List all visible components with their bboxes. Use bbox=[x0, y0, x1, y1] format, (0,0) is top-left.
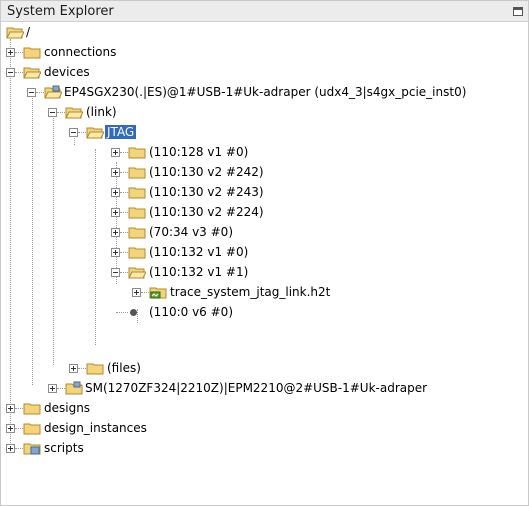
folder-icon bbox=[128, 147, 146, 159]
folder-icon bbox=[128, 207, 146, 219]
collapse-icon[interactable] bbox=[111, 268, 120, 277]
trace-file-icon bbox=[149, 287, 167, 299]
collapse-icon[interactable] bbox=[27, 88, 36, 97]
folder-icon bbox=[128, 227, 146, 239]
tree-label-devices: devices bbox=[44, 65, 90, 79]
tree-label-node: (110:130 v2 #224) bbox=[149, 205, 264, 219]
device-folder-open-icon bbox=[44, 85, 62, 99]
expand-icon[interactable] bbox=[69, 364, 78, 373]
node-bullet-icon bbox=[130, 309, 137, 316]
tree-label-node: (70:34 v3 #0) bbox=[149, 225, 233, 239]
folder-icon bbox=[128, 187, 146, 199]
collapse-icon[interactable] bbox=[48, 108, 57, 117]
expand-icon[interactable] bbox=[132, 288, 141, 297]
folder-icon bbox=[23, 47, 41, 59]
expand-icon[interactable] bbox=[111, 188, 120, 197]
tree-label-node: (110:130 v2 #242) bbox=[149, 165, 264, 179]
tree-label-leaf-node: (110:0 v6 #0) bbox=[149, 305, 233, 319]
folder-open-icon bbox=[6, 27, 24, 39]
tree-label-device2: SM(1270ZF324|2210Z)|EPM2210@2#USB-1#Uk-a… bbox=[85, 381, 428, 395]
tree-label-node: (110:128 v1 #0) bbox=[149, 145, 249, 159]
tree-label-node: (110:130 v2 #243) bbox=[149, 185, 264, 199]
expand-icon[interactable] bbox=[111, 208, 120, 217]
collapse-icon[interactable] bbox=[6, 68, 15, 77]
folder-icon bbox=[86, 363, 104, 375]
tree-label-node: (110:132 v1 #1) bbox=[149, 265, 249, 279]
folder-open-icon bbox=[65, 107, 83, 119]
system-tree: / connections devices EP4SGX230(.|ES)@1#… bbox=[1, 22, 528, 505]
collapse-icon[interactable] bbox=[69, 128, 78, 137]
device-folder-icon bbox=[65, 381, 83, 395]
tree-label-designs: designs bbox=[44, 401, 91, 415]
folder-icon bbox=[128, 247, 146, 259]
folder-icon bbox=[23, 423, 41, 435]
folder-open-icon bbox=[128, 267, 146, 279]
expand-icon[interactable] bbox=[6, 424, 15, 433]
tree-label-jtag-selected: JTAG bbox=[105, 125, 137, 139]
expand-icon[interactable] bbox=[111, 248, 120, 257]
tree-label-scripts: scripts bbox=[44, 441, 84, 455]
expand-icon[interactable] bbox=[111, 228, 120, 237]
panel-title: System Explorer bbox=[7, 4, 114, 19]
tree-label-connections: connections bbox=[44, 45, 117, 59]
tree-label-root: / bbox=[26, 25, 31, 39]
scripts-folder-icon bbox=[23, 443, 41, 455]
panel-titlebar: System Explorer bbox=[1, 1, 528, 22]
folder-open-icon bbox=[23, 67, 41, 79]
folder-icon bbox=[128, 167, 146, 179]
system-explorer-panel: System Explorer / connections devices EP… bbox=[0, 0, 529, 506]
expand-icon[interactable] bbox=[6, 444, 15, 453]
expand-icon[interactable] bbox=[111, 148, 120, 157]
tree-label-design-instances: design_instances bbox=[44, 421, 147, 435]
tree-label-trace-file: trace_system_jtag_link.h2t bbox=[170, 285, 331, 299]
tree-label-node: (110:132 v1 #0) bbox=[149, 245, 249, 259]
folder-open-icon bbox=[86, 127, 104, 139]
expand-icon[interactable] bbox=[6, 404, 15, 413]
tree-label-files: (files) bbox=[107, 361, 141, 375]
tree-label-link: (link) bbox=[86, 105, 117, 119]
tree-label-device1: EP4SGX230(.|ES)@1#USB-1#Uk-adraper (udx4… bbox=[64, 85, 467, 99]
expand-icon[interactable] bbox=[6, 48, 15, 57]
expand-icon[interactable] bbox=[48, 384, 57, 393]
expand-icon[interactable] bbox=[111, 168, 120, 177]
restore-icon[interactable] bbox=[513, 7, 523, 16]
folder-icon bbox=[23, 403, 41, 415]
